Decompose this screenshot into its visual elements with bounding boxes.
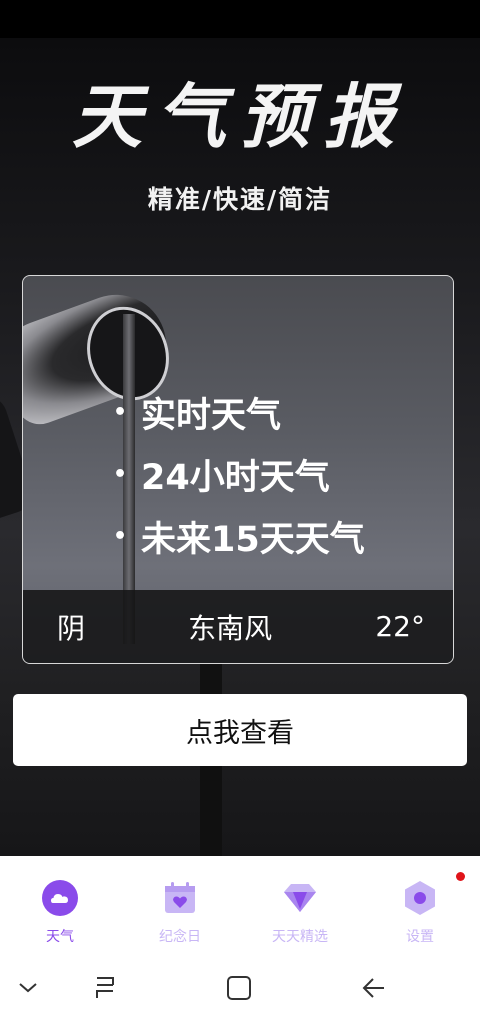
- temperature: 22°: [375, 610, 425, 643]
- feature-item: • 实时天气: [113, 381, 365, 443]
- feature-list: • 实时天气 • 24小时天气 • 未来15天天气: [113, 381, 365, 567]
- view-button[interactable]: 点我查看: [13, 694, 467, 766]
- bullet: •: [113, 399, 128, 425]
- status-bar: [0, 0, 480, 38]
- weather-condition: 阴: [57, 611, 86, 645]
- tab-settings[interactable]: 设置: [360, 856, 480, 961]
- recent-apps-icon[interactable]: [90, 973, 120, 1003]
- chevron-down-icon[interactable]: [13, 973, 43, 1003]
- tab-weather[interactable]: 天气: [0, 856, 120, 961]
- notification-dot: [456, 872, 465, 881]
- tab-anniversary[interactable]: 纪念日: [120, 856, 240, 961]
- system-nav-bar: [0, 961, 480, 1014]
- cloud-icon: [42, 880, 78, 916]
- tab-label: 天天精选: [272, 929, 328, 945]
- bullet: •: [113, 523, 128, 549]
- back-icon[interactable]: [358, 973, 388, 1003]
- feature-item: • 未来15天天气: [113, 505, 365, 567]
- weather-info-bar: 阴 东南风 22°: [23, 590, 453, 663]
- diamond-icon: [282, 880, 318, 916]
- feature-item: • 24小时天气: [113, 443, 365, 505]
- tab-daily-picks[interactable]: 天天精选: [240, 856, 360, 961]
- app-subtitle: 精准/快速/简洁: [147, 185, 333, 214]
- tab-label: 天气: [46, 929, 74, 945]
- feature-label: 未来15天天气: [141, 519, 365, 560]
- wind-direction: 东南风: [188, 611, 273, 645]
- tab-label: 设置: [406, 929, 434, 945]
- home-icon[interactable]: [224, 973, 254, 1003]
- hexagon-settings-icon: [402, 880, 438, 916]
- tab-label: 纪念日: [159, 929, 201, 945]
- bullet: •: [113, 461, 128, 487]
- calendar-heart-icon: [162, 880, 198, 916]
- feature-label: 实时天气: [141, 395, 282, 436]
- feature-label: 24小时天气: [141, 457, 330, 498]
- app-title: 天气预报: [72, 75, 408, 158]
- bottom-tab-bar: 天气 纪念日 天天精选 设置: [0, 856, 480, 961]
- weather-feature-card: • 实时天气 • 24小时天气 • 未来15天天气 阴 东南风 22°: [22, 275, 454, 664]
